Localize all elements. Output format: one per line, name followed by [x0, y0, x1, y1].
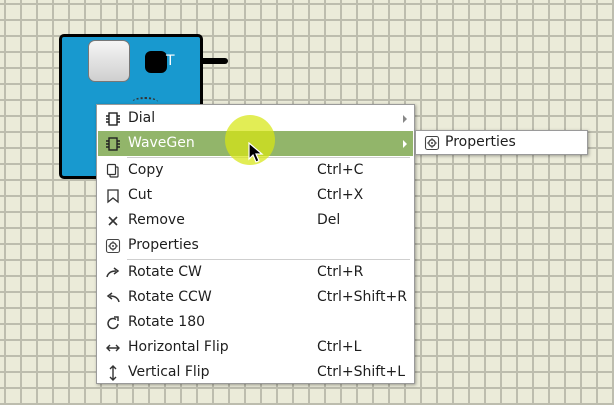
- menu-item-rotate-cw[interactable]: Rotate CW Ctrl+R: [98, 260, 413, 285]
- menu-item-shortcut: Ctrl+X: [317, 187, 364, 203]
- menu-item-label: Properties: [445, 134, 516, 150]
- menu-item-shortcut: Ctrl+Shift+R: [317, 289, 407, 305]
- menu-item-label: Dial: [128, 110, 156, 126]
- menu-item-label: Rotate CCW: [128, 289, 212, 305]
- chip-icon: [104, 110, 122, 127]
- menu-item-rotate-180[interactable]: Rotate 180: [98, 310, 413, 335]
- cut-icon: [104, 187, 122, 204]
- menu-item-shortcut: Ctrl+R: [317, 264, 364, 280]
- rotate-ccw-icon: [104, 289, 122, 306]
- menu-item-remove[interactable]: Remove Del: [98, 208, 413, 233]
- menu-item-shortcut: Ctrl+C: [317, 162, 364, 178]
- vertical-flip-icon: [104, 364, 122, 381]
- menu-item-shortcut: Del: [317, 212, 341, 228]
- menu-item-label: Cut: [128, 187, 153, 203]
- component-output-pin[interactable]: [200, 58, 228, 64]
- menu-item-label: Rotate CW: [128, 264, 202, 280]
- remove-icon: [104, 212, 122, 229]
- rotate-180-icon: [104, 314, 122, 331]
- menu-item-horizontal-flip[interactable]: Horizontal Flip Ctrl+L: [98, 335, 413, 360]
- submenu-arrow-icon: [403, 115, 407, 123]
- submenu-item-properties[interactable]: Properties: [417, 131, 586, 154]
- submenu-arrow-icon: [403, 140, 407, 148]
- menu-item-label: Rotate 180: [128, 314, 206, 330]
- horizontal-flip-icon: [104, 339, 122, 356]
- menu-item-vertical-flip[interactable]: Vertical Flip Ctrl+Shift+L: [98, 360, 413, 385]
- component-jack[interactable]: [145, 51, 167, 73]
- menu-item-label: WaveGen: [128, 135, 195, 151]
- rotate-cw-icon: [104, 264, 122, 281]
- menu-item-rotate-ccw[interactable]: Rotate CCW Ctrl+Shift+R: [98, 285, 413, 310]
- menu-item-shortcut: Ctrl+Shift+L: [317, 364, 405, 380]
- component-label: T: [166, 53, 175, 69]
- menu-item-shortcut: Ctrl+L: [317, 339, 362, 355]
- properties-icon: [104, 237, 122, 254]
- component-knob[interactable]: [88, 40, 130, 82]
- menu-item-label: Remove: [128, 212, 185, 228]
- menu-item-cut[interactable]: Cut Ctrl+X: [98, 183, 413, 208]
- copy-icon: [104, 162, 122, 179]
- menu-item-label: Horizontal Flip: [128, 339, 229, 355]
- chip-icon: [104, 135, 122, 152]
- mouse-pointer-icon: [248, 141, 264, 168]
- properties-icon: [423, 134, 441, 151]
- menu-item-label: Properties: [128, 237, 199, 253]
- menu-item-properties[interactable]: Properties: [98, 233, 413, 258]
- menu-item-label: Copy: [128, 162, 164, 178]
- wavegen-submenu: Properties: [415, 130, 588, 155]
- menu-item-label: Vertical Flip: [128, 364, 210, 380]
